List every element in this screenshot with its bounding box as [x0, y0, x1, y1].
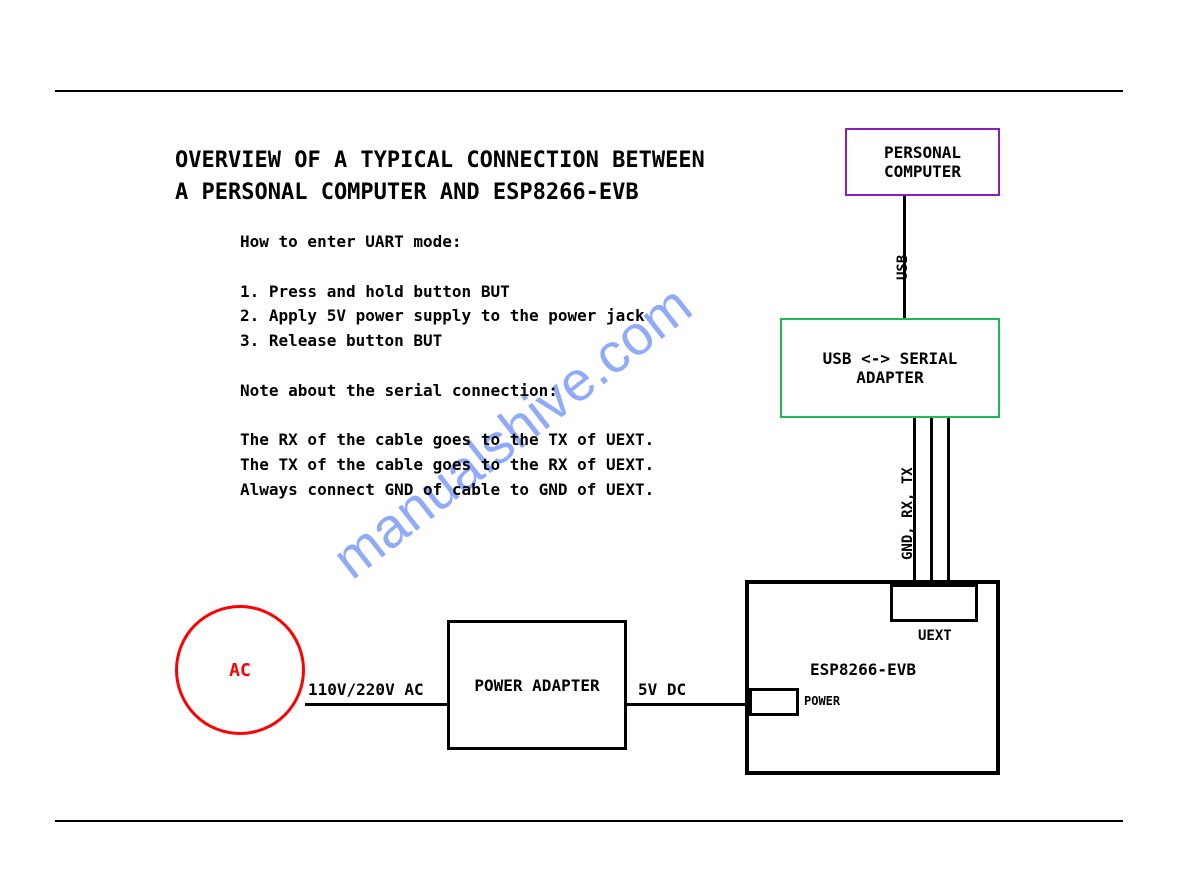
divider-bottom — [55, 820, 1123, 822]
serial-note-3: Always connect GND of cable to GND of UE… — [240, 480, 654, 499]
ac-connection-line — [305, 703, 447, 706]
uart-step-2: 2. Apply 5V power supply to the power ja… — [240, 306, 645, 325]
ac-label: AC — [229, 660, 251, 681]
ac-connection-label: 110V/220V AC — [308, 680, 424, 699]
power-port — [749, 688, 799, 716]
divider-top — [55, 90, 1123, 92]
uart-step-1: 1. Press and hold button BUT — [240, 282, 510, 301]
diagram-title: OVERVIEW OF A TYPICAL CONNECTION BETWEEN… — [175, 145, 705, 209]
ac-source-block: AC — [175, 605, 305, 735]
dc-connection-line — [627, 703, 749, 706]
power-port-label: POWER — [804, 694, 840, 708]
serial-note-1: The RX of the cable goes to the TX of UE… — [240, 430, 654, 449]
pc-label: PERSONAL COMPUTER — [884, 143, 961, 181]
title-line-1: OVERVIEW OF A TYPICAL CONNECTION BETWEEN — [175, 148, 705, 173]
instructions-block: How to enter UART mode: 1. Press and hol… — [240, 230, 654, 503]
uart-step-3: 3. Release button BUT — [240, 331, 442, 350]
serial-line-tx — [947, 418, 950, 586]
serial-lines-label: GND, RX, TX — [900, 467, 916, 560]
serial-note-2: The TX of the cable goes to the RX of UE… — [240, 455, 654, 474]
dc-connection-label: 5V DC — [638, 680, 686, 699]
serial-line-rx — [930, 418, 933, 586]
power-adapter-label: POWER ADAPTER — [474, 676, 599, 695]
evb-label: ESP8266-EVB — [810, 660, 916, 679]
usb-serial-label: USB <-> SERIAL ADAPTER — [823, 349, 958, 387]
usb-serial-adapter-block: USB <-> SERIAL ADAPTER — [780, 318, 1000, 418]
uart-heading: How to enter UART mode: — [240, 232, 462, 251]
uext-label: UEXT — [918, 628, 952, 644]
power-adapter-block: POWER ADAPTER — [447, 620, 627, 750]
serial-note-heading: Note about the serial connection: — [240, 381, 558, 400]
title-line-2: A PERSONAL COMPUTER AND ESP8266-EVB — [175, 180, 639, 205]
usb-connection-label: USB — [895, 255, 911, 280]
uext-port — [890, 584, 978, 622]
personal-computer-block: PERSONAL COMPUTER — [845, 128, 1000, 196]
